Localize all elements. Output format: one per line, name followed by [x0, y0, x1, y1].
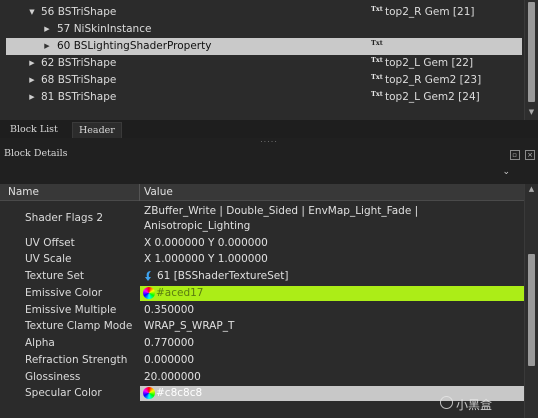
column-header-name[interactable]: Name: [8, 184, 39, 201]
column-header-value[interactable]: Value: [144, 184, 173, 201]
detail-row-uv-scale[interactable]: UV Scale X 1.000000 Y 1.000000: [0, 251, 524, 268]
detail-row-emissive-color[interactable]: Emissive Color #aced17: [0, 285, 524, 302]
detail-value[interactable]: ZBuffer_Write | Double_Sided | EnvMap_Li…: [144, 204, 520, 234]
texture-icon: Txt: [371, 39, 383, 47]
detail-value[interactable]: 20.000000: [144, 369, 520, 386]
texture-set-link[interactable]: 61 [BSShaderTextureSet]: [157, 268, 288, 285]
detail-name: Refraction Strength: [25, 354, 128, 366]
detail-name: Alpha: [25, 337, 55, 349]
tree-row-label: 60 BSLightingShaderProperty: [57, 40, 212, 52]
color-wheel-icon[interactable]: [143, 287, 155, 299]
material-name: top2_R Gem [21]: [385, 6, 475, 18]
collapse-arrow-icon[interactable]: ▼: [27, 4, 37, 21]
watermark: 小黑盒: [456, 398, 493, 412]
float-panel-icon[interactable]: ▫: [509, 150, 520, 160]
tree-row-label: 62 BSTriShape: [41, 57, 117, 69]
scroll-up-icon[interactable]: ▲: [525, 185, 538, 193]
detail-name: Emissive Color: [25, 287, 103, 299]
detail-name: Specular Color: [25, 387, 102, 399]
dock-buttons: ▫ ×: [508, 148, 535, 160]
detail-value[interactable]: WRAP_S_WRAP_T: [144, 318, 520, 335]
detail-value[interactable]: X 0.000000 Y 0.000000: [144, 235, 520, 252]
tab-block-list[interactable]: Block List: [4, 122, 64, 138]
tree-row-label: 81 BSTriShape: [41, 91, 117, 103]
column-divider[interactable]: [139, 184, 140, 201]
collapse-all-icon[interactable]: ⌄: [502, 167, 510, 177]
scrollbar-thumb[interactable]: [528, 2, 535, 102]
block-link-icon[interactable]: [144, 270, 154, 282]
tree-row-label: 56 BSTriShape: [41, 6, 117, 18]
tree-row-label: 57 NiSkinInstance: [57, 23, 152, 35]
detail-row-emissive-multiple[interactable]: Emissive Multiple 0.350000: [0, 302, 524, 319]
scroll-down-icon[interactable]: ▼: [525, 106, 538, 118]
expand-arrow-icon[interactable]: ▶: [42, 38, 52, 55]
scrollbar-thumb[interactable]: [528, 254, 535, 366]
emissive-color-swatch[interactable]: #aced17: [140, 286, 524, 301]
detail-name: UV Scale: [25, 253, 72, 265]
panel-splitter-handle[interactable]: .....: [0, 136, 538, 145]
detail-row-texture-clamp-mode[interactable]: Texture Clamp Mode WRAP_S_WRAP_T: [0, 318, 524, 335]
detail-row-glossiness[interactable]: Glossiness 20.000000: [0, 369, 524, 386]
block-tree: ▼ 56 BSTriShape Txt top2_R Gem [21] ▶ 57…: [0, 0, 524, 120]
texture-icon: Txt: [371, 90, 383, 98]
watermark-logo-icon: [440, 396, 453, 409]
emissive-color-hex: #aced17: [156, 287, 204, 299]
details-header: Name Value: [0, 184, 524, 201]
detail-value[interactable]: 0.770000: [144, 335, 520, 352]
specular-color-hex: #c8c8c8: [156, 387, 203, 399]
expand-arrow-icon[interactable]: ▶: [27, 55, 37, 72]
detail-name: UV Offset: [25, 237, 75, 249]
details-toolbar: ⌄: [0, 161, 538, 184]
detail-name: Shader Flags 2: [25, 212, 104, 224]
texture-icon: Txt: [371, 5, 383, 13]
expand-arrow-icon[interactable]: ▶: [27, 89, 37, 106]
tree-row-56-bstrishape[interactable]: ▼ 56 BSTriShape Txt top2_R Gem [21]: [0, 4, 524, 21]
details-scrollbar[interactable]: ▲: [524, 184, 538, 418]
block-list-panel: ▼ 56 BSTriShape Txt top2_R Gem [21] ▶ 57…: [0, 0, 538, 120]
material-name: top2_L Gem2 [24]: [385, 91, 480, 103]
block-list-scrollbar[interactable]: ▼: [524, 0, 538, 120]
detail-row-texture-set[interactable]: Texture Set 61 [BSShaderTextureSet]: [0, 268, 524, 285]
tree-row-62-bstrishape[interactable]: ▶ 62 BSTriShape Txt top2_L Gem [22]: [0, 55, 524, 72]
color-wheel-icon[interactable]: [143, 387, 155, 399]
tab-header[interactable]: Header: [72, 122, 122, 138]
detail-name: Texture Set: [25, 270, 85, 282]
tree-row-68-bstrishape[interactable]: ▶ 68 BSTriShape Txt top2_R Gem2 [23]: [0, 72, 524, 89]
material-name: top2_R Gem2 [23]: [385, 74, 482, 86]
detail-value[interactable]: 0.350000: [144, 302, 520, 319]
texture-icon: Txt: [371, 56, 383, 64]
tree-row-label: 68 BSTriShape: [41, 74, 117, 86]
material-name: top2_L Gem [22]: [385, 57, 474, 69]
tree-row-60-bslightingshaderproperty[interactable]: ▶ 60 BSLightingShaderProperty Txt: [6, 38, 522, 55]
detail-value[interactable]: X 1.000000 Y 1.000000: [144, 251, 520, 268]
texture-icon: Txt: [371, 73, 383, 81]
expand-arrow-icon[interactable]: ▶: [27, 72, 37, 89]
tree-row-57-niskininstance[interactable]: ▶ 57 NiSkinInstance: [0, 21, 524, 38]
detail-value[interactable]: 0.000000: [144, 352, 520, 369]
detail-row-alpha[interactable]: Alpha 0.770000: [0, 335, 524, 352]
detail-name: Texture Clamp Mode: [25, 320, 133, 332]
block-details-table: Name Value Shader Flags 2 ZBuffer_Write …: [0, 184, 524, 418]
close-panel-icon[interactable]: ×: [525, 150, 535, 160]
detail-row-shader-flags-2[interactable]: Shader Flags 2 ZBuffer_Write | Double_Si…: [0, 202, 524, 236]
tree-row-81-bstrishape[interactable]: ▶ 81 BSTriShape Txt top2_L Gem2 [24]: [0, 89, 524, 106]
expand-arrow-icon[interactable]: ▶: [42, 21, 52, 38]
detail-row-refraction-strength[interactable]: Refraction Strength 0.000000: [0, 352, 524, 369]
block-details-title: Block Details: [4, 148, 68, 159]
detail-name: Emissive Multiple: [25, 304, 117, 316]
detail-name: Glossiness: [25, 371, 81, 383]
detail-row-uv-offset[interactable]: UV Offset X 0.000000 Y 0.000000: [0, 235, 524, 252]
